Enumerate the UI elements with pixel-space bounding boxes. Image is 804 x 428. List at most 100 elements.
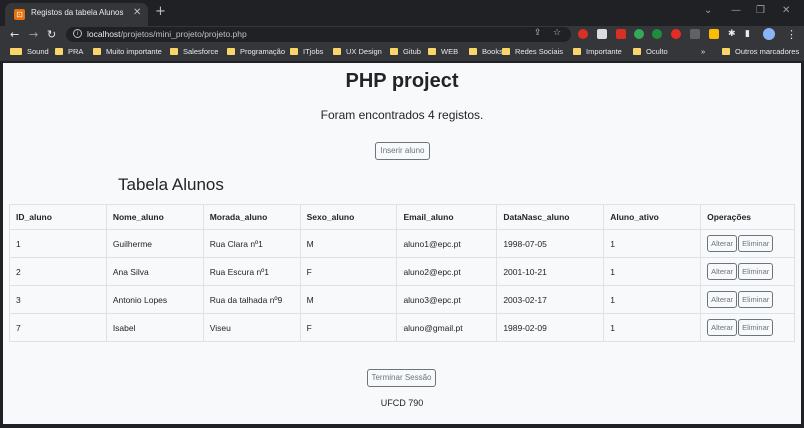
table-cell: F xyxy=(299,257,398,286)
folder-icon xyxy=(290,48,298,55)
table-cell: Viseu xyxy=(202,313,301,342)
extension-icon[interactable] xyxy=(671,29,681,39)
bookmark-star-icon[interactable]: ☆ xyxy=(553,28,561,38)
bookmark-label: UX Design xyxy=(346,47,382,56)
site-info-icon[interactable]: i xyxy=(73,29,82,38)
bookmark-label: WEB xyxy=(441,47,459,56)
folder-icon xyxy=(333,48,341,55)
extension-icon[interactable] xyxy=(709,29,719,39)
table-cell: 3 xyxy=(9,285,107,314)
extension-icon[interactable] xyxy=(616,29,626,39)
folder-icon xyxy=(469,48,477,55)
table-cell: Guilherme xyxy=(105,229,204,258)
operations-cell: Alterar Eliminar xyxy=(700,257,795,286)
share-icon[interactable]: ⇪ xyxy=(534,28,542,38)
side-panel-icon[interactable]: ▮ xyxy=(745,27,750,42)
more-bookmarks-icon[interactable]: » xyxy=(701,47,705,56)
folder-icon xyxy=(428,48,436,55)
table-cell: 2001-10-21 xyxy=(496,257,605,286)
tab-close-icon[interactable]: ✕ xyxy=(133,7,141,18)
operations-cell: Alterar Eliminar xyxy=(700,285,795,314)
table-header-row: ID_aluno Nome_aluno Morada_aluno Sexo_aluno… xyxy=(9,204,795,230)
bookmark-item[interactable]: Gitub xyxy=(390,47,421,56)
delete-button[interactable]: Eliminar xyxy=(738,263,774,280)
page-title: PHP project xyxy=(345,70,459,92)
bookmark-label: Gitub xyxy=(403,47,421,56)
tab-active[interactable]: ⊡ Registos da tabela Alunos ✕ xyxy=(5,3,148,26)
address-bar[interactable]: i localhost/projetos/mini_projeto/projet… xyxy=(66,27,571,42)
extension-icon[interactable] xyxy=(652,29,662,39)
bookmark-label: Oculto xyxy=(646,47,668,56)
minimize-icon[interactable]: — xyxy=(731,5,741,16)
folder-icon xyxy=(14,48,22,55)
bookmark-item[interactable]: Oculto xyxy=(633,47,668,56)
profile-avatar[interactable] xyxy=(763,28,775,40)
table-row: 7 Isabel Viseu Faluno@gmail.pt 1989-02-09 1 Al… xyxy=(9,313,795,342)
close-window-icon[interactable]: ✕ xyxy=(782,5,790,16)
column-header: DataNasc_aluno xyxy=(496,204,605,230)
browser-window: ⊡ Registos da tabela Alunos ✕ + ⌄ — ❐ ✕ … xyxy=(0,0,804,428)
bookmark-item[interactable]: Salesforce xyxy=(170,47,218,56)
table-cell: Rua Clara nº1 xyxy=(202,229,301,258)
column-header: Nome_aluno xyxy=(105,204,204,230)
extension-icon[interactable] xyxy=(690,29,700,39)
extension-icon[interactable] xyxy=(597,29,607,39)
edit-button[interactable]: Alterar xyxy=(707,263,738,280)
table-cell: 1 xyxy=(603,229,702,258)
delete-button[interactable]: Eliminar xyxy=(738,291,774,308)
bookmark-item[interactable]: Programação xyxy=(227,47,285,56)
column-header: Email_aluno xyxy=(396,204,498,230)
insert-student-button[interactable]: Inserir aluno xyxy=(375,142,430,160)
table-cell: 1 xyxy=(603,285,702,314)
delete-button[interactable]: Eliminar xyxy=(738,319,774,336)
back-icon[interactable]: ← xyxy=(10,27,19,42)
new-tab-icon[interactable]: + xyxy=(155,5,166,19)
url-host: localhost xyxy=(87,29,121,39)
table-cell: M xyxy=(299,229,398,258)
footer-text: UFCD 790 xyxy=(380,398,424,408)
folder-icon xyxy=(93,48,101,55)
bookmark-item[interactable]: Sound xyxy=(14,47,49,56)
tab-search-icon[interactable]: ⌄ xyxy=(704,5,712,16)
table-cell: 2003-02-17 xyxy=(496,285,605,314)
bookmark-label: Books xyxy=(482,47,503,56)
forward-icon[interactable]: → xyxy=(29,27,38,42)
folder-icon xyxy=(573,48,581,55)
table-cell: 1 xyxy=(603,313,702,342)
extension-icon[interactable] xyxy=(578,29,588,39)
bookmark-item[interactable]: PRA xyxy=(55,47,83,56)
column-header: ID_aluno xyxy=(9,204,107,230)
edit-button[interactable]: Alterar xyxy=(707,319,738,336)
bookmark-label: Redes Sociais xyxy=(515,47,563,56)
bookmark-item[interactable]: ITjobs xyxy=(290,47,323,56)
edit-button[interactable]: Alterar xyxy=(707,235,738,252)
bookmark-label: Sound xyxy=(27,47,49,56)
table-cell: 1998-07-05 xyxy=(496,229,605,258)
bookmark-item[interactable]: Muito importante xyxy=(93,47,162,56)
bookmark-item[interactable]: UX Design xyxy=(333,47,382,56)
column-header: Operações xyxy=(700,204,795,230)
extension-icon[interactable] xyxy=(634,29,644,39)
extensions-puzzle-icon[interactable]: ✱ xyxy=(728,27,736,42)
bookmark-item[interactable]: Redes Sociais xyxy=(502,47,563,56)
table-cell: aluno2@epc.pt xyxy=(396,257,498,286)
delete-button[interactable]: Eliminar xyxy=(738,235,774,252)
table-cell: Ana Silva xyxy=(105,257,204,286)
other-bookmarks[interactable]: Outros marcadores xyxy=(722,47,799,56)
students-table: ID_aluno Nome_aluno Morada_aluno Sexo_aluno… xyxy=(9,204,795,342)
logout-button[interactable]: Terminar Sessão xyxy=(367,369,436,387)
bookmark-item[interactable]: Importante xyxy=(573,47,622,56)
maximize-icon[interactable]: ❐ xyxy=(756,5,765,16)
reload-icon[interactable]: ↻ xyxy=(47,27,56,42)
bookmark-item[interactable]: WEB xyxy=(428,47,458,56)
menu-kebab-icon[interactable]: ⋮ xyxy=(786,27,797,42)
url-text: localhost/projetos/mini_projeto/projeto.… xyxy=(87,29,247,39)
records-found-text: Foram encontrados 4 registos. xyxy=(320,108,484,122)
table-cell: M xyxy=(299,285,398,314)
folder-icon xyxy=(502,48,510,55)
bookmark-item[interactable]: Books xyxy=(469,47,503,56)
bookmark-label: Salesforce xyxy=(183,47,219,56)
edit-button[interactable]: Alterar xyxy=(707,291,738,308)
browser-toolbar: ← → ↻ i localhost/projetos/mini_projeto/… xyxy=(0,26,804,43)
folder-icon xyxy=(227,48,235,55)
